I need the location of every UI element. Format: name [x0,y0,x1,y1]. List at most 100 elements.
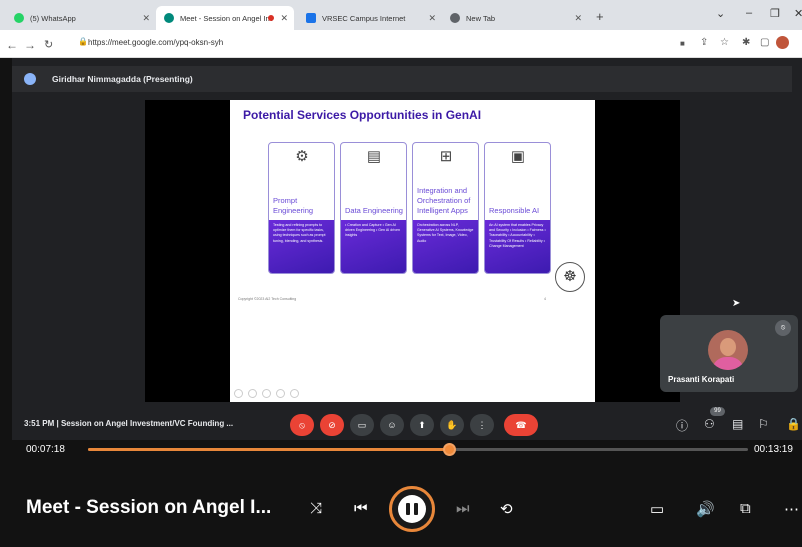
profile-avatar[interactable] [776,36,789,49]
camera-in-use-icon[interactable]: ■ [680,39,685,48]
player-title: Meet - Session on Angel I... [26,497,272,518]
card-title: Responsible AI [489,206,540,215]
tab-vrsec[interactable]: VRSEC Campus Internet ✕ [298,6,442,30]
monitor-icon: ▣ [510,148,526,165]
slide-more-icon[interactable] [290,389,299,398]
avatar-face [720,338,736,356]
gear-icon: ⚙ [295,148,309,165]
vrsec-icon [306,13,316,23]
close-tab-icon[interactable]: ✕ [142,13,150,24]
forward-icon[interactable]: → [24,38,36,52]
more-options-button[interactable]: ⋮ [470,414,494,436]
seek-handle[interactable] [442,443,456,456]
tab-label: Meet - Session on Angel Inv [180,13,274,23]
new-tab-button[interactable]: + [596,9,604,24]
presenting-icon [24,73,36,85]
card-title: Integration and Orchestration of Intelli… [417,186,471,215]
restore-icon[interactable]: ❐ [770,7,780,20]
captions-button[interactable]: ▭ [350,414,374,436]
slide-pen-icon[interactable] [262,389,271,398]
present-button[interactable]: ⬆ [410,414,434,436]
close-tab-icon[interactable]: ✕ [574,13,582,24]
card-title: Data Engineering [345,206,403,215]
cast-icon[interactable]: ⧉ [740,500,751,517]
tab-label: (5) WhatsApp [30,13,76,23]
bookmark-star-icon[interactable]: ☆ [720,37,729,48]
chat-icon[interactable]: ▤ [732,417,743,431]
total-time: 00:13:19 [754,444,793,455]
meet-icon [164,13,174,23]
close-tab-icon[interactable]: ✕ [280,13,288,24]
previous-track-icon[interactable]: ⏮ [354,500,368,517]
extensions-icon[interactable]: ✱ [742,37,750,48]
volume-icon[interactable]: 🔊 [696,500,715,518]
apps-grid-icon: ⊞ [439,148,453,165]
pause-bar [406,503,410,515]
service-card-prompt-engineering: ⚙ Prompt Engineering Testing and refinin… [268,142,335,274]
camera-off-button[interactable]: ⊘ [320,414,344,436]
tab-search-icon[interactable]: ⌄ [716,7,725,20]
miniplayer-icon[interactable]: ▭ [650,500,664,518]
slide-prev-icon[interactable] [234,389,243,398]
people-icon[interactable]: ⚇ [704,417,715,431]
pause-bar [414,503,418,515]
more-options-icon[interactable]: ⋯ [784,500,799,518]
participant-name: Prasanti Korapati [668,375,735,384]
lock-icon: 🔒 [78,37,88,46]
slide-title: Potential Services Opportunities in GenA… [243,108,482,122]
next-track-icon[interactable]: ⏭ [456,500,470,517]
seek-bar-progress [88,448,450,451]
tab-label: VRSEC Campus Internet [322,13,406,23]
service-card-integration: ⊞ Integration and Orchestration of Intel… [412,142,479,274]
mouse-cursor-icon: ➤ [732,298,741,309]
card-title: Prompt Engineering [273,196,314,215]
card-description: Orchestration across NLP, Generative AI … [413,220,478,273]
presenter-name: Giridhar Nimmagadda (Presenting) [52,74,193,84]
raise-hand-button[interactable]: ✋ [440,414,464,436]
reload-icon[interactable]: ↻ [44,38,53,51]
participant-count-badge: 99 [710,407,725,416]
host-controls-icon[interactable]: 🔒 [786,417,801,431]
card-description: An AI system that enables Privacy and Se… [485,220,550,273]
tab-meet[interactable]: Meet - Session on Angel Inv ✕ [156,6,294,30]
data-chart-icon: ▤ [366,148,382,165]
shuffle-icon[interactable]: ⤨ [310,500,322,517]
call-time: 3:51 PM [24,419,55,428]
share-icon[interactable]: ⇪ [700,37,708,48]
address-bar[interactable]: https://meet.google.com/ypq-oksn-syh [88,38,223,47]
close-window-icon[interactable]: ✕ [794,7,802,20]
mic-off-icon: ⦸ [775,320,791,336]
minimize-icon[interactable]: – [746,7,752,19]
leave-call-button[interactable]: ☎ [504,414,538,436]
slide-zoom-icon[interactable] [276,389,285,398]
chrome-icon [450,13,460,23]
elapsed-time: 00:07:18 [26,444,65,455]
emoji-button[interactable]: ☺ [380,414,404,436]
avatar-body [712,357,744,370]
tab-label: New Tab [466,13,496,23]
back-icon[interactable]: ← [6,38,18,52]
pause-button[interactable] [389,486,435,532]
meeting-details-icon[interactable]: ⓘ [676,417,688,434]
service-card-data-engineering: ▤ Data Engineering • Creation and Captur… [340,142,407,274]
call-info: 3:51 PM | Session on Angel Investment/VC… [24,419,233,428]
call-title: Session on Angel Investment/VC Founding … [60,419,234,428]
activities-icon[interactable]: ⚐ [758,417,769,431]
slide-next-icon[interactable] [248,389,257,398]
close-tab-icon[interactable]: ✕ [428,13,436,24]
pause-icon [398,495,426,523]
whatsapp-icon [14,13,24,23]
repeat-off-icon[interactable]: ⟲ [500,500,513,518]
sidepanel-icon[interactable]: ▢ [760,37,769,48]
recording-icon [268,15,274,21]
brain-icon: ☸ [555,262,585,292]
participant-avatar [708,330,748,370]
tab-new[interactable]: New Tab ✕ [442,6,588,30]
card-description: Testing and refining prompts to optimize… [269,220,334,273]
slide-page-number: 4 [544,297,546,301]
service-card-responsible-ai: ▣ Responsible AI An AI system that enabl… [484,142,551,274]
slide-copyright: Copyright ©2023 AI2 Tech Consulting [238,297,297,301]
mic-off-button[interactable]: ⦸ [290,414,314,436]
tab-whatsapp[interactable]: (5) WhatsApp ✕ [6,6,156,30]
card-description: • Creation and Capture • Gen AI driven E… [341,220,406,273]
